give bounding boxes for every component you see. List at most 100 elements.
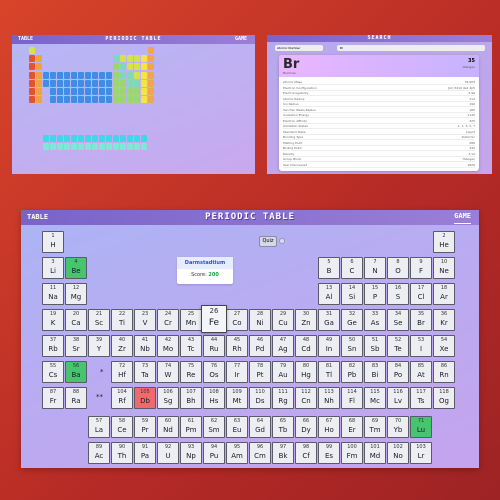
element-cell-db[interactable]: 105 Db <box>134 387 156 409</box>
element-cell-hf[interactable]: 72 Hf <box>111 361 133 383</box>
element-cell-pb[interactable]: 82 Pb <box>341 361 363 383</box>
mini-cell-cm[interactable] <box>92 143 98 151</box>
element-cell-h[interactable]: 1H <box>42 231 64 253</box>
mini-cell-nd[interactable] <box>64 135 70 142</box>
mini-cell-ce[interactable] <box>50 135 56 142</box>
element-cell-ga[interactable]: 31 Ga <box>318 309 340 331</box>
element-cell-ds[interactable]: 110 Ds <box>249 387 271 409</box>
mini-cell-sm[interactable] <box>78 135 84 142</box>
element-cell-er[interactable]: 68 Er <box>341 416 363 438</box>
element-cell-i[interactable]: 53 I <box>410 335 432 357</box>
mini-cell-w[interactable] <box>64 88 70 95</box>
element-cell-ac[interactable]: 89 Ac <box>88 442 110 464</box>
element-cell-y[interactable]: 39 Y <box>88 335 110 357</box>
element-cell-ho[interactable]: 67 Ho <box>318 416 340 438</box>
element-cell-og[interactable]: 118 Og <box>433 387 455 409</box>
element-cell-sb[interactable]: 51 Sb <box>364 335 386 357</box>
mini-cell-cd[interactable] <box>106 79 112 87</box>
element-cell-rf[interactable]: 104 Rf <box>111 387 133 409</box>
mini-cell-mn[interactable] <box>71 71 77 79</box>
mini-cell-b[interactable] <box>113 55 119 63</box>
element-cell-he[interactable]: 2 He <box>433 231 455 253</box>
mini-cell-no[interactable] <box>134 143 140 151</box>
mini-cell-mg[interactable] <box>36 63 42 71</box>
mini-cell-hf[interactable] <box>50 88 56 95</box>
mini-cell-cn[interactable] <box>106 96 112 104</box>
mini-cell-pt[interactable] <box>92 88 98 95</box>
element-cell-lr[interactable]: 103 Lr <box>410 442 432 464</box>
mini-cell-os[interactable] <box>78 88 84 95</box>
mini-cell-u[interactable] <box>64 143 70 151</box>
element-cell-zr[interactable]: 40 Zr <box>111 335 133 357</box>
mini-cell-rh[interactable] <box>85 79 91 87</box>
mini-cell-hg[interactable] <box>106 88 112 95</box>
mini-table-panel[interactable]: TABLE PERIODIC TABLE GAME <box>12 35 255 174</box>
element-cell-ce[interactable]: 58 Ce <box>111 416 133 438</box>
element-cell-la[interactable]: 57 La <box>88 416 110 438</box>
mini-cell-c[interactable] <box>120 55 126 63</box>
element-cell-pm[interactable]: 61 Pm <box>180 416 202 438</box>
mini-cell-ta[interactable] <box>57 88 63 95</box>
mini-cell-at[interactable] <box>141 88 147 95</box>
mini-cell-ca[interactable] <box>36 71 42 79</box>
mini-cell-tl[interactable] <box>113 88 119 95</box>
quiz-button[interactable]: Quiz <box>259 236 277 247</box>
mini-cell-cs[interactable] <box>29 88 35 95</box>
element-cell-bk[interactable]: 97 Bk <box>272 442 294 464</box>
mini-cell-fl[interactable] <box>120 96 126 104</box>
element-cell-zn[interactable]: 30 Zn <box>295 309 317 331</box>
mini-cell-es[interactable] <box>113 143 119 151</box>
tab-game[interactable]: GAME <box>454 210 471 224</box>
mini-cell-pb[interactable] <box>120 88 126 95</box>
element-cell-in[interactable]: 49 In <box>318 335 340 357</box>
mini-cell-ac[interactable] <box>43 143 49 151</box>
element-cell-es[interactable]: 99 Es <box>318 442 340 464</box>
mini-cell-cf[interactable] <box>106 143 112 151</box>
mini-cell-fm[interactable] <box>120 143 126 151</box>
mini-cell-cl[interactable] <box>141 63 147 71</box>
element-cell-sr[interactable]: 38 Sr <box>65 335 87 357</box>
mini-cell-ru[interactable] <box>78 79 84 87</box>
mini-cell-th[interactable] <box>50 143 56 151</box>
element-cell-be[interactable]: 4 Be <box>65 257 87 279</box>
mini-cell-ni[interactable] <box>92 71 98 79</box>
mini-cell-hs[interactable] <box>78 96 84 104</box>
mini-cell-tc[interactable] <box>71 79 77 87</box>
mini-cell-zn[interactable] <box>106 71 112 79</box>
mini-cell-pu[interactable] <box>78 143 84 151</box>
element-cell-ta[interactable]: 73 Ta <box>134 361 156 383</box>
element-cell-pa[interactable]: 91 Pa <box>134 442 156 464</box>
element-cell-o[interactable]: 8O <box>387 257 409 279</box>
element-cell-s[interactable]: 16 S <box>387 283 409 305</box>
mini-cell-y[interactable] <box>43 79 49 87</box>
element-cell-tb[interactable]: 65 Tb <box>272 416 294 438</box>
element-cell-ti[interactable]: 22 Ti <box>111 309 133 331</box>
mini-cell-pa[interactable] <box>57 143 63 151</box>
mini-cell-yb[interactable] <box>134 135 140 142</box>
mini-cell-co[interactable] <box>85 71 91 79</box>
mini-cell-f[interactable] <box>141 55 147 63</box>
element-cell-cf[interactable]: 98 Cf <box>295 442 317 464</box>
mini-cell-ds[interactable] <box>92 96 98 104</box>
mini-cell-nh[interactable] <box>113 96 119 104</box>
element-cell-tm[interactable]: 69 Tm <box>364 416 386 438</box>
element-cell-pd[interactable]: 46 Pd <box>249 335 271 357</box>
element-cell-sg[interactable]: 106 Sg <box>157 387 179 409</box>
mini-cell-si[interactable] <box>120 63 126 71</box>
mini-cell-ti[interactable] <box>50 71 56 79</box>
mini-cell-np[interactable] <box>71 143 77 151</box>
mini-cell-br[interactable] <box>141 71 147 79</box>
element-cell-f[interactable]: 9F <box>410 257 432 279</box>
element-cell-tl[interactable]: 81 Tl <box>318 361 340 383</box>
element-cell-al[interactable]: 13 Al <box>318 283 340 305</box>
element-cell-co[interactable]: 27 Co <box>226 309 248 331</box>
mini-cell-h[interactable] <box>29 47 35 54</box>
mini-cell-mo[interactable] <box>64 79 70 87</box>
element-cell-lv[interactable]: 116 Lv <box>387 387 409 409</box>
mini-cell-ne[interactable] <box>148 55 154 63</box>
mini-cell-al[interactable] <box>113 63 119 71</box>
element-cell-os[interactable]: 76 Os <box>203 361 225 383</box>
element-cell-li[interactable]: 3 Li <box>42 257 64 279</box>
element-cell-cn[interactable]: 112 Cn <box>295 387 317 409</box>
mini-cell-lr[interactable] <box>141 143 147 151</box>
